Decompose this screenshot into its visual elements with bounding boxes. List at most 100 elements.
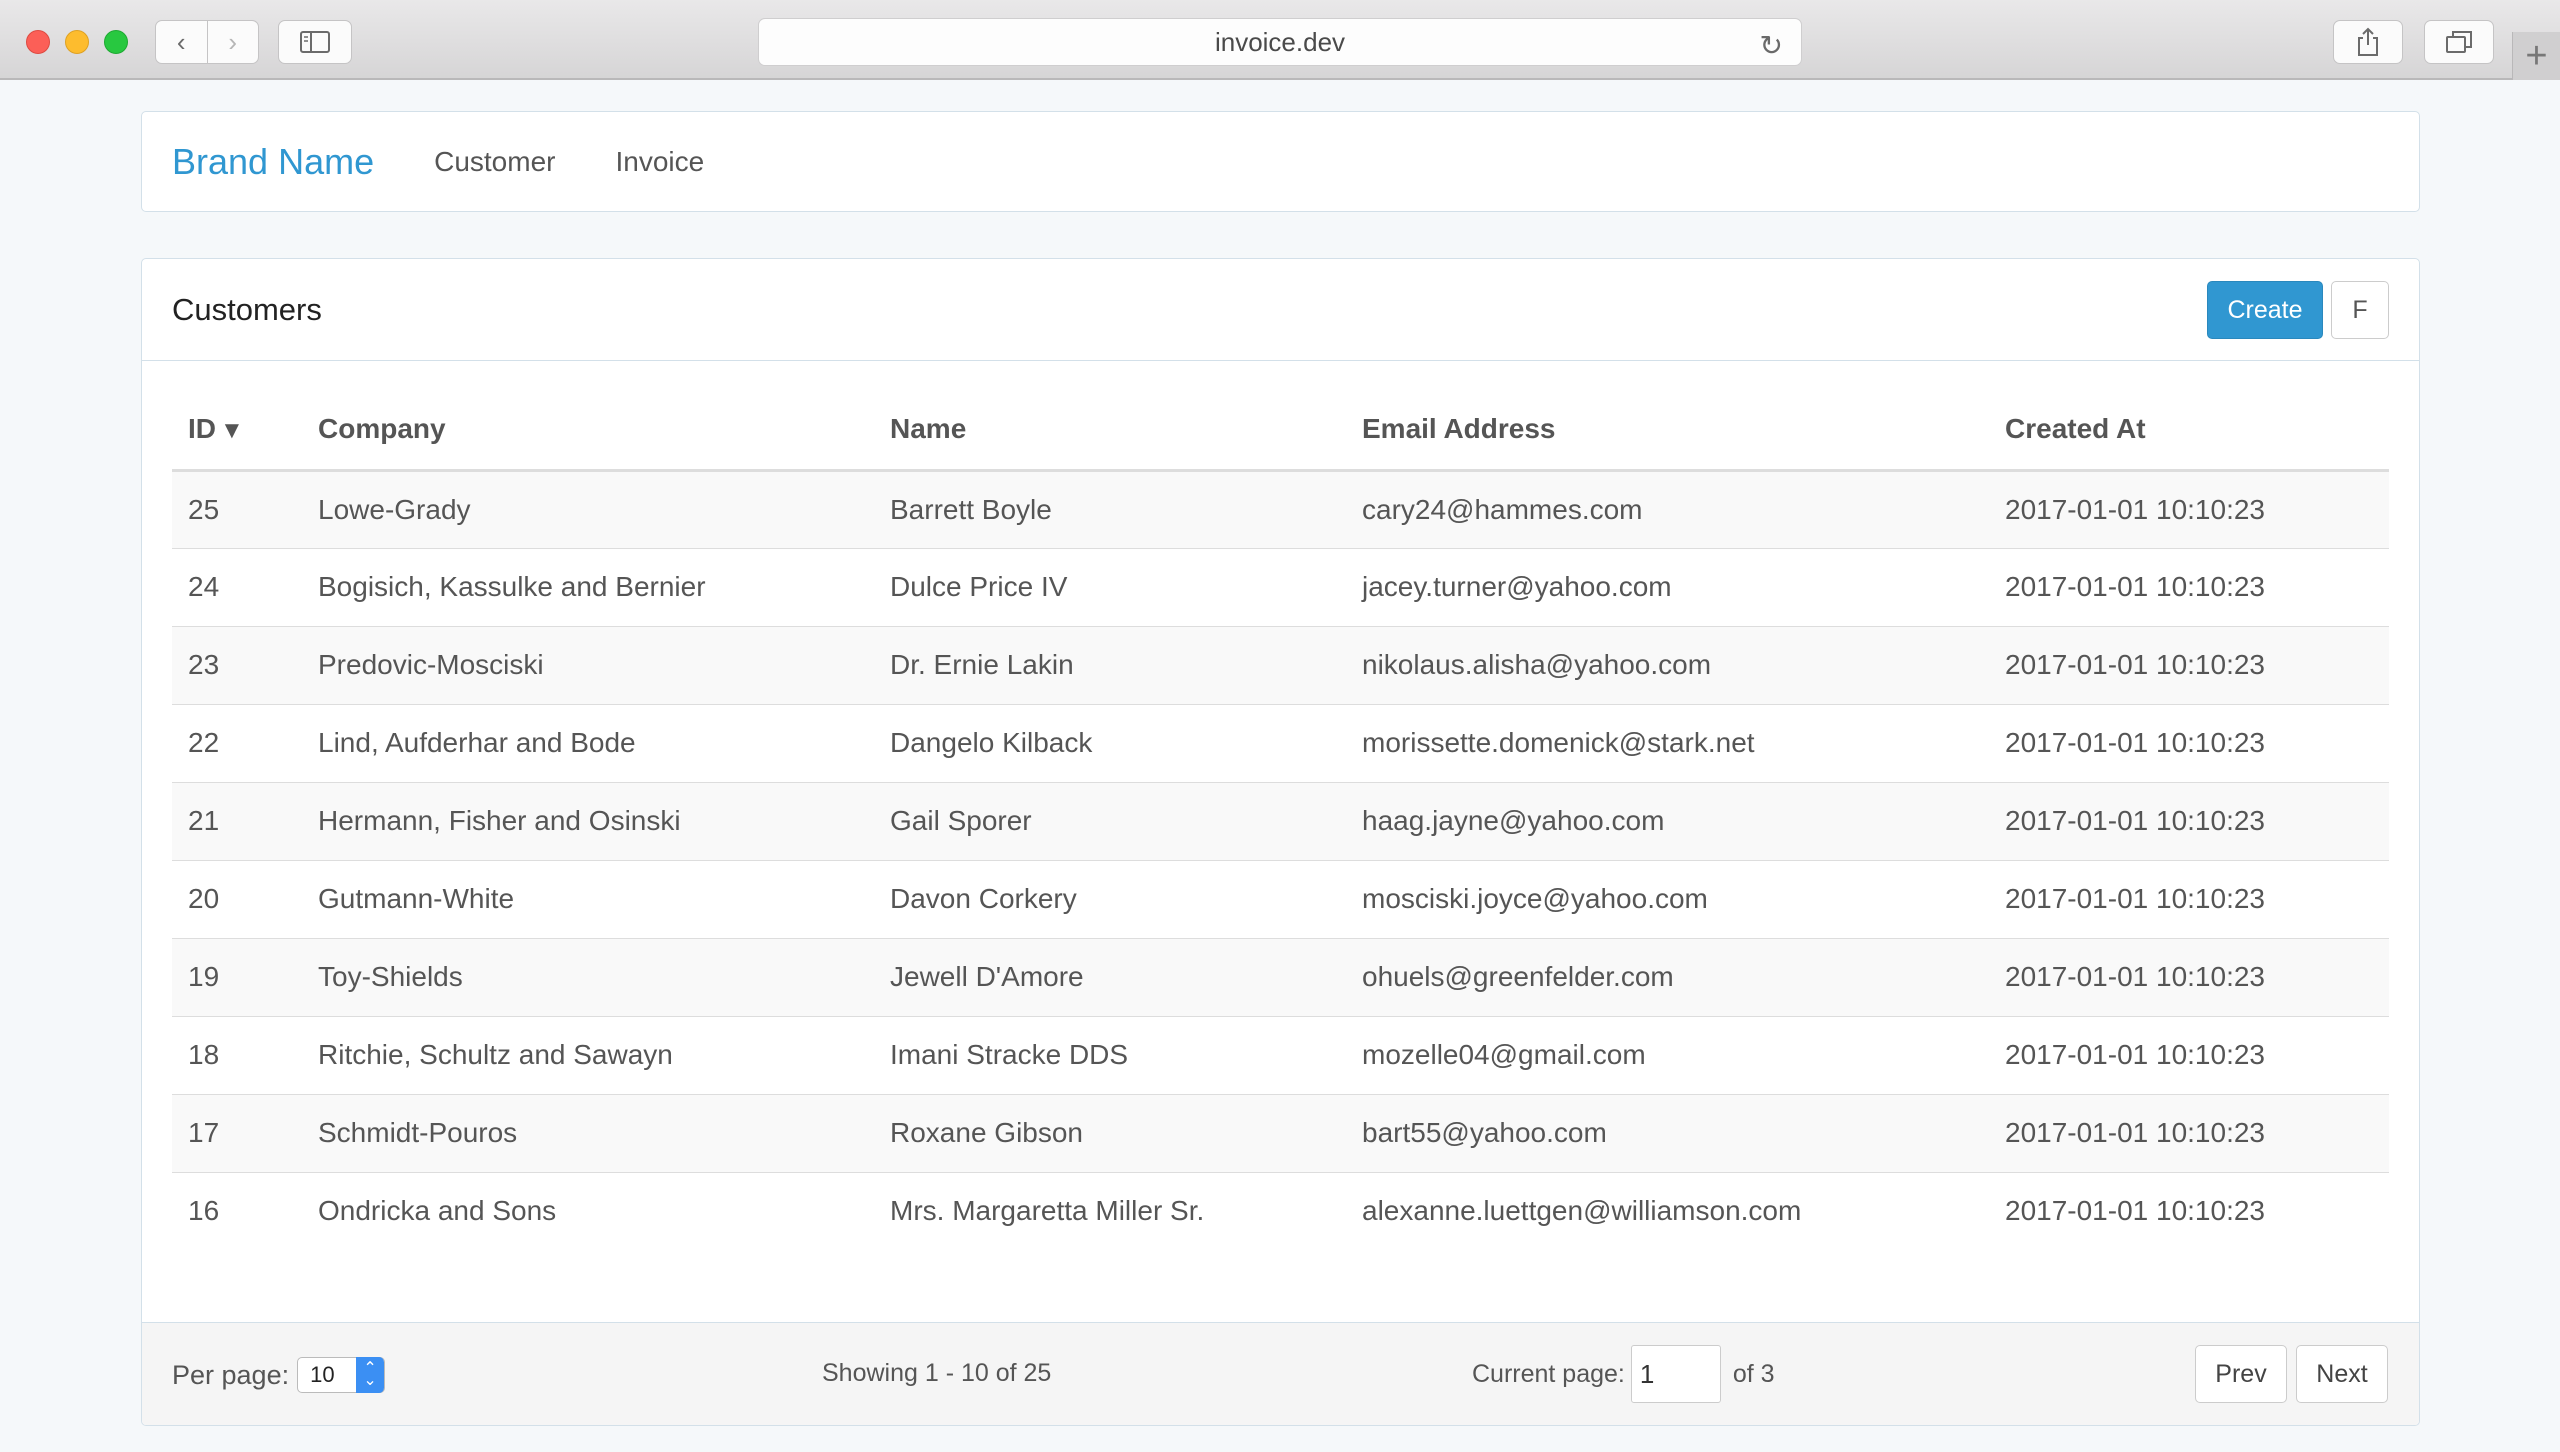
table-row[interactable]: 24 Bogisich, Kassulke and Bernier Dulce Pr… — [172, 547, 2389, 626]
prev-page-button[interactable]: Prev — [2195, 1345, 2287, 1403]
cell-email: mozelle04@gmail.com — [1346, 1015, 1989, 1094]
minimize-window-button[interactable] — [65, 30, 89, 54]
cell-email: haag.jayne@yahoo.com — [1346, 781, 1989, 860]
current-page-label: Current page: — [1472, 1359, 1625, 1388]
panel-heading: Customers Create F — [142, 259, 2419, 361]
per-page-label: Per page: — [172, 1359, 290, 1390]
cell-id: 22 — [172, 703, 302, 782]
cell-id: 17 — [172, 1093, 302, 1172]
cell-created-at: 2017-01-01 10:10:23 — [1989, 1015, 2389, 1094]
cell-id: 18 — [172, 1015, 302, 1094]
column-header-label: ID — [188, 413, 216, 445]
nav-link-customer[interactable]: Customer — [434, 146, 555, 178]
sort-desc-icon[interactable]: ▼ — [220, 417, 244, 444]
cell-created-at: 2017-01-01 10:10:23 — [1989, 1171, 2389, 1250]
cell-created-at: 2017-01-01 10:10:23 — [1989, 859, 2389, 938]
table-row[interactable]: 16 Ondricka and Sons Mrs. Margaretta Mille… — [172, 1171, 2389, 1250]
customers-table-wrapper: ID ▼ Company Name Email Address Created A… — [172, 390, 2389, 1250]
next-page-button[interactable]: Next — [2296, 1345, 2388, 1403]
table-row[interactable]: 19 Toy-Shields Jewell D'Amore ohuels@greenf… — [172, 937, 2389, 1016]
per-page-control: Per page: 10 ⌃ ⌄ — [172, 1357, 386, 1393]
address-bar[interactable]: invoice.dev ↻ — [758, 18, 1802, 66]
cell-created-at: 2017-01-01 10:10:23 — [1989, 1093, 2389, 1172]
back-button[interactable]: ‹ — [156, 21, 207, 63]
browser-toolbar: ‹ › invoice.dev ↻ + — [0, 0, 2560, 80]
cell-email: bart55@yahoo.com — [1346, 1093, 1989, 1172]
cell-name: Jewell D'Amore — [874, 937, 1346, 1016]
customers-panel: Customers Create F ID ▼ Company Name Emai… — [141, 258, 2420, 1426]
cell-company: Lowe-Grady — [318, 493, 471, 525]
table-row[interactable]: 22 Lind, Aufderhar and Bode Dangelo Kilbac… — [172, 703, 2389, 782]
cell-email: cary24@hammes.com — [1362, 493, 1643, 525]
cell-name: Dangelo Kilback — [874, 703, 1346, 782]
cell-id: 21 — [172, 781, 302, 860]
per-page-select[interactable]: 10 ⌃ ⌄ — [297, 1357, 386, 1393]
cell-created-at: 2017-01-01 10:10:23 — [1989, 781, 2389, 860]
cell-company: Ritchie, Schultz and Sawayn — [302, 1015, 874, 1094]
customers-table: ID ▼ Company Name Email Address Created A… — [172, 390, 2389, 1250]
cell-created-at: 2017-01-01 10:10:23 — [1989, 703, 2389, 782]
cell-name: Roxane Gibson — [874, 1093, 1346, 1172]
column-header-email[interactable]: Email Address — [1346, 390, 1989, 472]
table-row[interactable]: 21 Hermann, Fisher and Osinski Gail Sporer… — [172, 781, 2389, 860]
total-pages-text: of 3 — [1732, 1359, 1775, 1388]
table-row[interactable]: 25 Lowe-Grady Barrett Boyle cary24@hammes.c… — [172, 470, 2389, 548]
forward-button[interactable]: › — [206, 21, 259, 63]
tabs-overview-icon — [2446, 31, 2472, 53]
column-header-company[interactable]: Company — [302, 390, 874, 472]
reload-icon[interactable]: ↻ — [1760, 29, 1783, 62]
zoom-window-button[interactable] — [104, 30, 128, 54]
cell-email: jacey.turner@yahoo.com — [1346, 547, 1989, 626]
cell-name: Dr. Ernie Lakin — [874, 625, 1346, 704]
current-page-input[interactable]: 1 — [1630, 1345, 1721, 1403]
cell-email: morissette.domenick@stark.net — [1346, 703, 1989, 782]
showing-range-text: Showing 1 - 10 of 25 — [822, 1359, 1052, 1387]
table-header-row: ID ▼ Company Name Email Address Created A… — [172, 390, 2389, 472]
cell-company: Schmidt-Pouros — [302, 1093, 874, 1172]
share-button[interactable] — [2333, 20, 2403, 64]
select-stepper-icon: ⌃ ⌄ — [356, 1357, 385, 1393]
cell-id: 16 — [172, 1171, 302, 1250]
history-nav-group: ‹ › — [155, 20, 259, 64]
cell-created-at: 2017-01-01 10:10:23 — [1989, 937, 2389, 1016]
share-icon — [2358, 27, 2378, 56]
sidebar-toggle-button[interactable] — [278, 20, 352, 64]
column-header-id[interactable]: ID ▼ — [172, 390, 302, 472]
cell-company: Ondricka and Sons — [302, 1171, 874, 1250]
cell-name: Barrett Boyle — [890, 493, 1052, 525]
cell-email: alexanne.luettgen@williamson.com — [1346, 1171, 1989, 1250]
cell-created-at: 2017-01-01 10:10:23 — [1989, 625, 2389, 704]
table-row[interactable]: 20 Gutmann-White Davon Corkery mosciski.joy… — [172, 859, 2389, 938]
cell-id: 24 — [172, 547, 302, 626]
cell-company: Lind, Aufderhar and Bode — [302, 703, 874, 782]
cell-company: Toy-Shields — [302, 937, 874, 1016]
cell-name: Davon Corkery — [874, 859, 1346, 938]
cell-email: mosciski.joyce@yahoo.com — [1346, 859, 1989, 938]
brand-link[interactable]: Brand Name — [172, 141, 374, 183]
cell-name: Mrs. Margaretta Miller Sr. — [874, 1171, 1346, 1250]
column-header-created-at[interactable]: Created At — [1989, 390, 2389, 472]
new-tab-button[interactable]: + — [2512, 32, 2560, 80]
table-row[interactable]: 17 Schmidt-Pouros Roxane Gibson bart55@yaho… — [172, 1093, 2389, 1172]
top-navbar: Brand Name Customer Invoice — [141, 111, 2420, 212]
show-tabs-button[interactable] — [2424, 20, 2494, 64]
cell-id: 25 — [188, 493, 220, 525]
cell-company: Predovic-Mosciski — [302, 625, 874, 704]
per-page-value: 10 — [310, 1362, 335, 1387]
panel-title: Customers — [172, 291, 322, 327]
cell-name: Gail Sporer — [874, 781, 1346, 860]
filter-button[interactable]: F — [2331, 281, 2389, 339]
create-button[interactable]: Create — [2207, 281, 2323, 339]
chevron-right-icon: › — [228, 26, 238, 57]
panel-footer: Per page: 10 ⌃ ⌄ Showing 1 - 10 of 25 Cur… — [142, 1322, 2419, 1425]
column-header-name[interactable]: Name — [874, 390, 1346, 472]
current-page-control: Current page: 1 of 3 — [1472, 1345, 1775, 1403]
cell-created-at: 2017-01-01 10:10:23 — [1989, 547, 2389, 626]
table-row[interactable]: 18 Ritchie, Schultz and Sawayn Imani Strac… — [172, 1015, 2389, 1094]
chevron-left-icon: ‹ — [176, 26, 186, 57]
table-row[interactable]: 23 Predovic-Mosciski Dr. Ernie Lakin nikola… — [172, 625, 2389, 704]
cell-id: 23 — [172, 625, 302, 704]
close-window-button[interactable] — [26, 30, 50, 54]
nav-link-invoice[interactable]: Invoice — [615, 146, 704, 178]
cell-id: 20 — [172, 859, 302, 938]
